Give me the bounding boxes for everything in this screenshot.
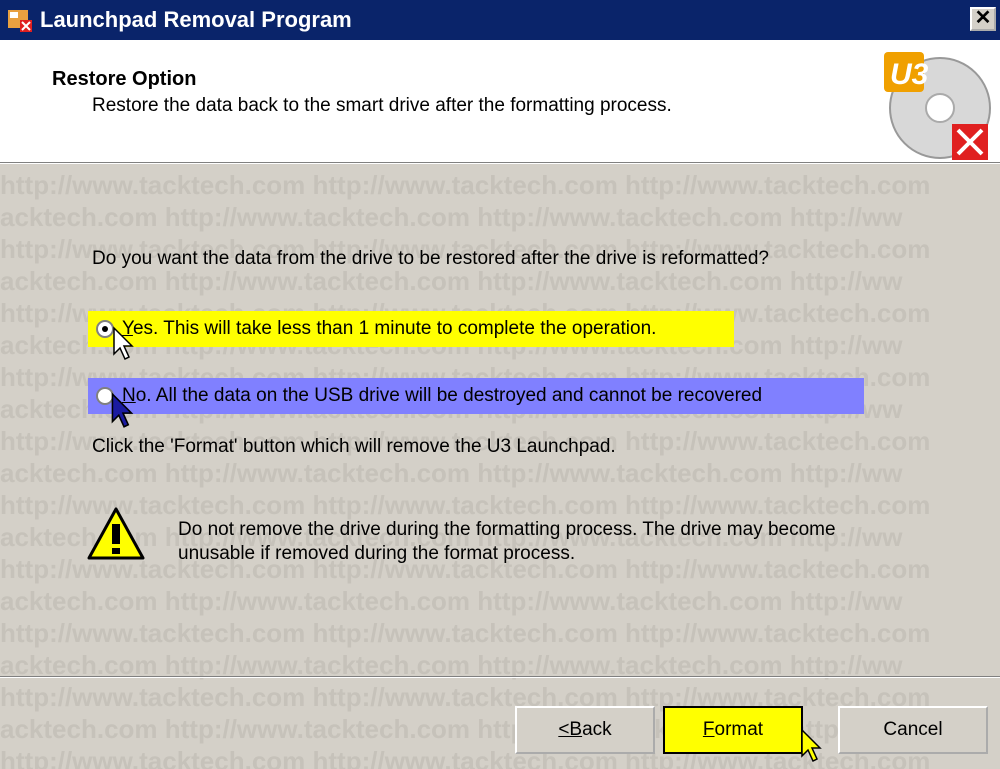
warning-icon [87, 507, 145, 560]
window-title: Launchpad Removal Program [40, 7, 352, 32]
mouse-pointer-icon [801, 728, 822, 763]
watermark-line: acktech.com http://www.tacktech.com http… [0, 586, 903, 616]
u3-logo-text: U3 [890, 58, 929, 91]
header-divider [0, 162, 1000, 164]
footer-divider [0, 676, 1000, 678]
watermark-line: acktech.com http://www.tacktech.com http… [0, 202, 903, 232]
cancel-button[interactable]: Cancel [838, 706, 988, 754]
warning-text: Do not remove the drive during the forma… [178, 519, 836, 564]
page-subtitle: Restore the data back to the smart drive… [92, 95, 672, 116]
watermark-line: http://www.tacktech.com http://www.tackt… [0, 490, 931, 520]
launchpad-removal-window: Launchpad Removal Program ✕ Restore Opti… [0, 0, 1000, 769]
close-button[interactable]: ✕ [970, 7, 996, 31]
mouse-pointer-icon [111, 392, 134, 428]
back-button[interactable]: <Back [515, 706, 655, 754]
watermark-line: acktech.com http://www.tacktech.com http… [0, 458, 903, 488]
close-icon: ✕ [974, 7, 992, 29]
title-bar: Launchpad Removal Program ✕ [0, 0, 1000, 40]
watermark-line: http://www.tacktech.com http://www.tackt… [0, 170, 931, 200]
content-area: http://www.tacktech.com http://www.tackt… [0, 166, 1000, 769]
option-yes-label: Yes. This will take less than 1 minute t… [122, 318, 657, 339]
u3-disc-remove-icon: U3 [884, 52, 991, 160]
format-instruction: Click the 'Format' button which will rem… [92, 436, 616, 457]
watermark-line: http://www.tacktech.com http://www.tackt… [0, 618, 931, 648]
option-no-label: No. All the data on the USB drive will b… [122, 385, 763, 406]
app-icon [8, 10, 32, 32]
radio-option-no[interactable]: No. All the data on the USB drive will b… [88, 378, 864, 414]
format-button[interactable]: Format [663, 706, 803, 754]
mouse-pointer-icon [113, 326, 134, 361]
watermark-line: acktech.com http://www.tacktech.com http… [0, 266, 903, 296]
restore-question: Do you want the data from the drive to b… [92, 248, 769, 269]
wizard-header: Restore Option Restore the data back to … [0, 40, 1000, 162]
radio-option-yes[interactable]: Yes. This will take less than 1 minute t… [88, 311, 734, 347]
page-title: Restore Option [52, 68, 197, 90]
